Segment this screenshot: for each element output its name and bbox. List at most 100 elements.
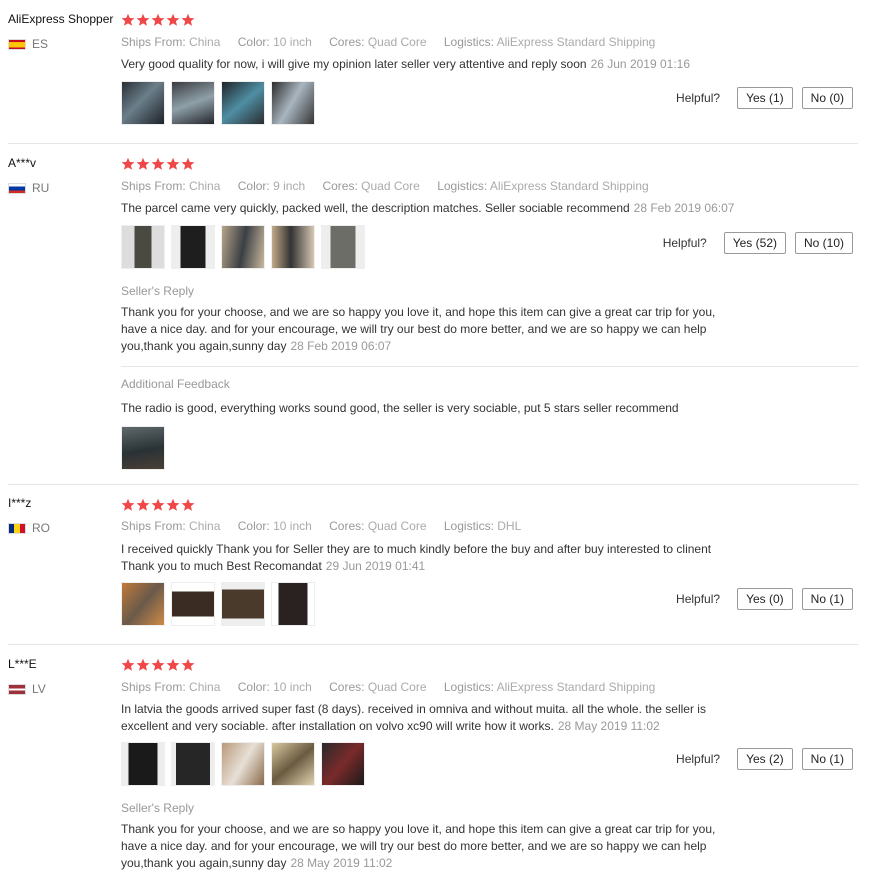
review-photo[interactable] — [271, 742, 315, 786]
seller-reply-date: 28 Feb 2019 06:07 — [290, 339, 392, 353]
review-photo[interactable] — [121, 426, 165, 470]
star-icon — [166, 157, 180, 170]
reviewer-name: L***E — [8, 657, 37, 671]
cores-label: Cores: — [329, 519, 365, 533]
flag-ro-icon — [8, 522, 26, 534]
additional-feedback-text: The radio is good, everything works soun… — [121, 401, 679, 415]
star-icon — [166, 498, 180, 511]
review-date: 26 Jun 2019 01:16 — [590, 57, 690, 71]
review-photos — [121, 81, 321, 125]
review-photo[interactable] — [321, 225, 365, 269]
flag-es-icon — [8, 38, 26, 50]
review-body: The parcel came very quickly, packed wel… — [121, 201, 630, 215]
review-photo[interactable] — [121, 81, 165, 125]
review-photo[interactable] — [221, 582, 265, 626]
helpful-no-button[interactable]: No (1) — [801, 588, 853, 610]
review-text: I received quickly Thank you for Seller … — [121, 541, 741, 575]
helpful-label: Helpful? — [676, 752, 721, 766]
star-rating — [121, 498, 196, 512]
ships-from-value: China — [189, 680, 221, 694]
ships-from-value: China — [189, 519, 221, 533]
ships-from-label: Ships From: — [121, 35, 186, 49]
helpful-label: Helpful? — [676, 91, 721, 105]
review-divider — [8, 143, 858, 144]
helpful-yes-button[interactable]: Yes (0) — [737, 588, 793, 610]
review-photo[interactable] — [171, 81, 215, 125]
review-photo[interactable] — [271, 225, 315, 269]
review-photo[interactable] — [171, 225, 215, 269]
review-photo[interactable] — [221, 81, 265, 125]
star-icon — [121, 13, 135, 26]
review-photo[interactable] — [221, 742, 265, 786]
color-label: Color: — [237, 680, 270, 694]
order-info: Ships From: China Color: 10 inch Cores: … — [121, 519, 535, 533]
section-divider — [121, 366, 858, 367]
cores-label: Cores: — [329, 680, 365, 694]
cores-value: Quad Core — [367, 35, 427, 49]
ships-from-value: China — [189, 35, 221, 49]
star-rating — [121, 13, 196, 27]
helpful-no-button[interactable]: No (0) — [801, 87, 853, 109]
star-icon — [181, 658, 195, 671]
helpful-votes: Helpful? Yes (52) No (10) — [663, 232, 853, 254]
cores-label: Cores: — [329, 35, 365, 49]
cores-value: Quad Core — [367, 680, 427, 694]
color-label: Color: — [237, 519, 270, 533]
seller-reply-date: 28 May 2019 11:02 — [290, 856, 393, 870]
helpful-yes-button[interactable]: Yes (52) — [723, 232, 786, 254]
review-date: 28 Feb 2019 06:07 — [633, 201, 735, 215]
cores-label: Cores: — [322, 179, 358, 193]
seller-reply-body: Thank you for your choose, and we are so… — [121, 305, 716, 353]
reviewer-country: RO — [8, 521, 50, 535]
helpful-votes: Helpful? Yes (0) No (1) — [676, 588, 853, 610]
country-code: RO — [32, 521, 50, 535]
order-info: Ships From: China Color: 10 inch Cores: … — [121, 35, 669, 49]
star-icon — [136, 157, 150, 170]
review-text: Very good quality for now, i will give m… — [121, 56, 741, 73]
helpful-yes-button[interactable]: Yes (2) — [737, 748, 793, 770]
star-icon — [181, 498, 195, 511]
logistics-label: Logistics: — [443, 680, 494, 694]
cores-value: Quad Core — [361, 179, 420, 193]
reviewer-country: ES — [8, 37, 48, 51]
flag-ru-icon — [8, 182, 26, 194]
star-icon — [121, 658, 135, 671]
reviewer-country: RU — [8, 181, 49, 195]
helpful-yes-button[interactable]: Yes (1) — [737, 87, 793, 109]
seller-reply-body: Thank you for your choose, and we are so… — [121, 822, 716, 870]
logistics-value: AliExpress Standard Shipping — [496, 35, 656, 49]
review-photo[interactable] — [271, 582, 315, 626]
star-icon — [166, 658, 180, 671]
review-photo[interactable] — [171, 742, 215, 786]
ships-from-label: Ships From: — [121, 519, 186, 533]
seller-reply-heading: Seller's Reply — [121, 284, 194, 298]
star-icon — [181, 157, 195, 170]
review-photo[interactable] — [171, 582, 215, 626]
review-date: 28 May 2019 11:02 — [557, 719, 660, 733]
logistics-value: DHL — [497, 519, 522, 533]
ships-from-label: Ships From: — [121, 680, 186, 694]
order-info: Ships From: China Color: 10 inch Cores: … — [121, 680, 669, 694]
review-photo[interactable] — [121, 742, 165, 786]
helpful-votes: Helpful? Yes (2) No (1) — [676, 748, 853, 770]
seller-reply-text: Thank you for your choose, and we are so… — [121, 304, 741, 355]
star-icon — [166, 13, 180, 26]
review-body: Very good quality for now, i will give m… — [121, 57, 587, 71]
review-photo[interactable] — [221, 225, 265, 269]
ships-from-value: China — [189, 179, 221, 193]
review-text: In latvia the goods arrived super fast (… — [121, 701, 741, 735]
review-photo[interactable] — [121, 225, 165, 269]
helpful-no-button[interactable]: No (10) — [794, 232, 853, 254]
review-photo[interactable] — [271, 81, 315, 125]
country-code: ES — [32, 37, 49, 51]
star-icon — [121, 157, 135, 170]
review-photo[interactable] — [121, 582, 165, 626]
helpful-label: Helpful? — [662, 236, 707, 250]
review-photos — [121, 225, 371, 269]
color-value: 10 inch — [273, 519, 312, 533]
star-icon — [136, 498, 150, 511]
review-photo[interactable] — [321, 742, 365, 786]
star-rating — [121, 658, 196, 672]
helpful-no-button[interactable]: No (1) — [801, 748, 853, 770]
review-photos — [121, 582, 321, 626]
